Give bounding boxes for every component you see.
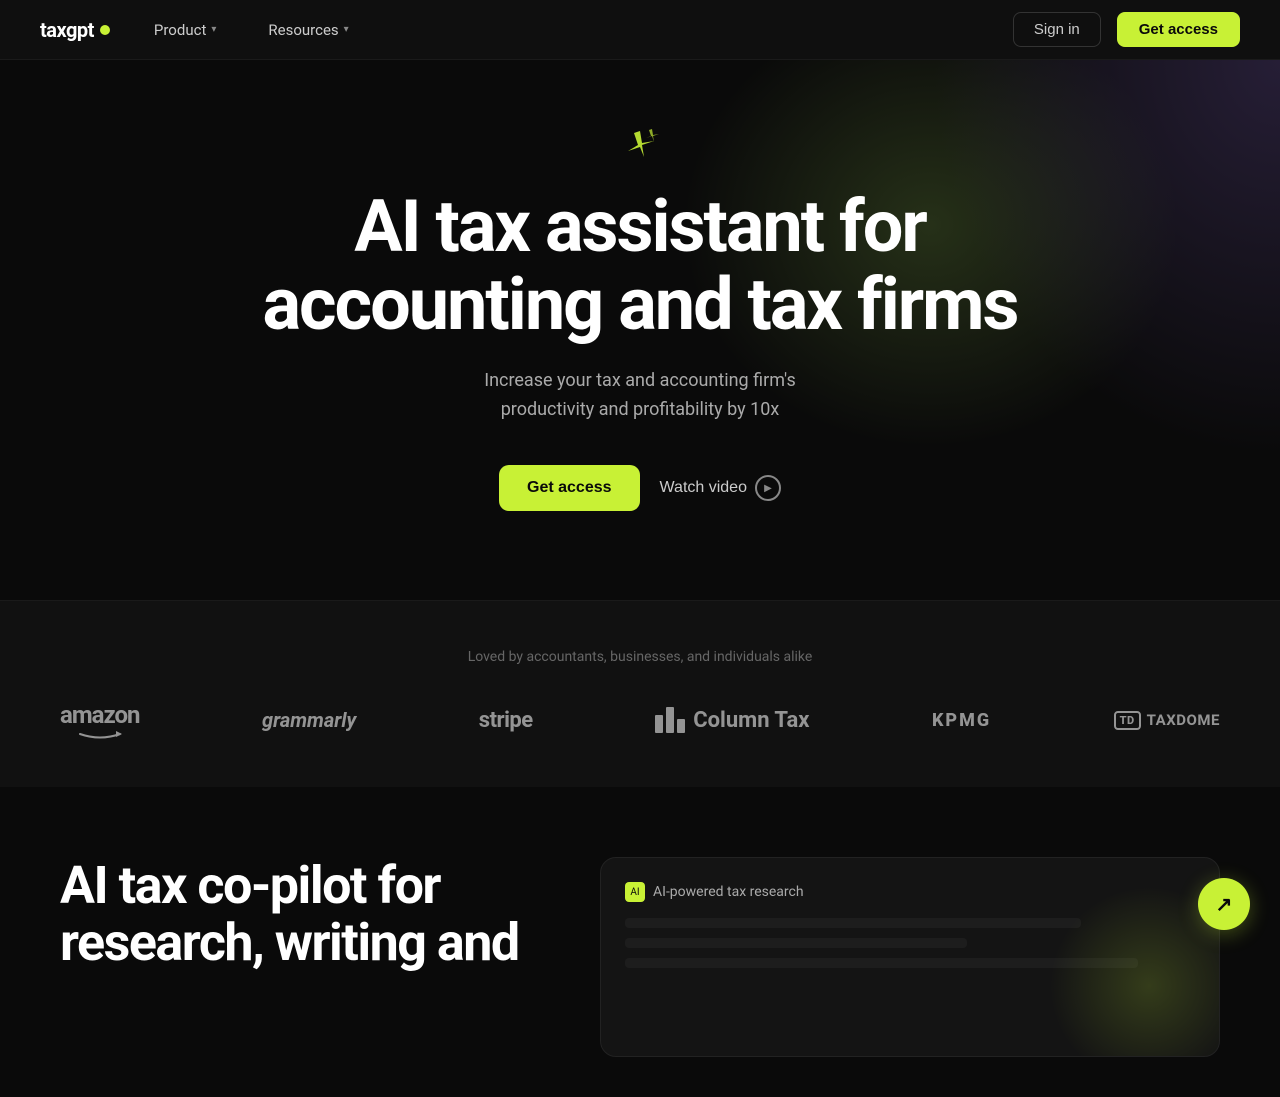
sign-in-button[interactable]: Sign in: [1013, 12, 1101, 47]
ai-badge-text: AI-powered tax research: [653, 884, 804, 900]
product-label: Product: [154, 21, 206, 39]
columntax-bars-icon: [655, 707, 685, 733]
columntax-logo: Column Tax: [655, 707, 809, 733]
taxdome-logo: TD TAXDOME: [1114, 711, 1220, 730]
get-access-button-nav[interactable]: Get access: [1117, 12, 1240, 47]
logos-label: Loved by accountants, businesses, and in…: [40, 649, 1240, 665]
taxdome-badge-icon: TD: [1114, 711, 1141, 730]
ai-badge: AI AI-powered tax research: [625, 882, 1195, 902]
nav-item-product[interactable]: Product ▾: [146, 15, 224, 45]
grammarly-logo: grammarly: [262, 708, 356, 732]
hero-watch-video-button[interactable]: Watch video ▶: [660, 475, 781, 501]
chevron-down-icon: ▾: [211, 24, 216, 35]
hero-subtitle: Increase your tax and accounting firm's …: [484, 367, 796, 425]
lower-title: AI tax co-pilot for research, writing an…: [60, 857, 540, 971]
play-icon: ▶: [755, 475, 781, 501]
amazon-logo: amazon: [60, 701, 140, 739]
navbar: taxgpt Product ▾ Resources ▾ Sign in Get…: [0, 0, 1280, 60]
nav-right: Sign in Get access: [1013, 12, 1240, 47]
nav-left: taxgpt Product ▾ Resources ▾: [40, 15, 357, 45]
logo-text: taxgpt: [40, 18, 94, 42]
resources-label: Resources: [268, 21, 338, 39]
logos-row: amazon grammarly stripe Column Tax KPMG: [40, 701, 1240, 739]
watch-video-label: Watch video: [660, 479, 747, 497]
chevron-down-icon: ▾: [344, 24, 349, 35]
ai-icon: AI: [625, 882, 645, 902]
logo-dot: [100, 25, 110, 35]
hero-section: AI tax assistant for accounting and tax …: [0, 60, 1280, 600]
logo[interactable]: taxgpt: [40, 18, 110, 42]
logos-section: Loved by accountants, businesses, and in…: [0, 600, 1280, 787]
stripe-logo: stripe: [479, 708, 533, 733]
sparkle-icon: [620, 129, 660, 168]
card-decoration: [625, 918, 1195, 968]
kpmg-logo: KPMG: [932, 710, 991, 731]
lower-right-card: AI AI-powered tax research: [600, 857, 1220, 1057]
hero-title: AI tax assistant for accounting and tax …: [263, 188, 1018, 344]
lower-section: AI tax co-pilot for research, writing an…: [0, 787, 1280, 1097]
nav-item-resources[interactable]: Resources ▾: [260, 15, 356, 45]
hero-cta: Get access Watch video ▶: [499, 465, 781, 511]
lower-left: AI tax co-pilot for research, writing an…: [60, 857, 540, 1057]
scroll-to-top-button[interactable]: ↗: [1198, 878, 1250, 930]
hero-get-access-button[interactable]: Get access: [499, 465, 640, 511]
